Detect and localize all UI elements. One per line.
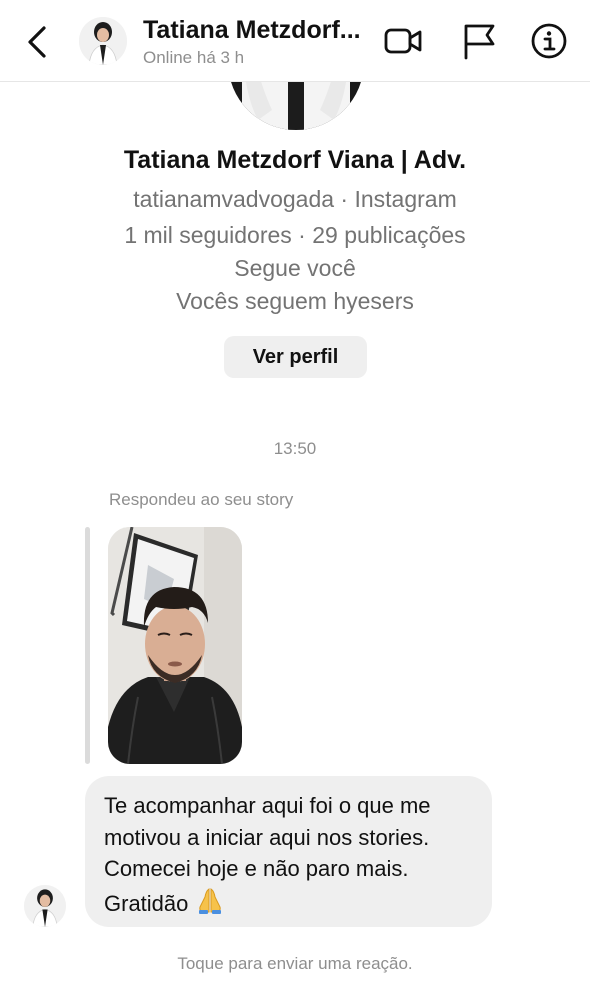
praying-hands-icon <box>195 885 225 924</box>
back-button[interactable] <box>20 22 54 62</box>
reaction-hint: Toque para enviar uma reação. <box>177 954 413 973</box>
chat-header: Tatiana Metzdorf... Online há 3 h <box>0 0 590 82</box>
video-camera-icon <box>384 28 422 54</box>
report-button[interactable] <box>460 21 500 61</box>
story-reply-label: Respondeu ao seu story <box>109 490 294 509</box>
contact-name[interactable]: Tatiana Metzdorf... <box>143 16 361 45</box>
video-call-button[interactable] <box>383 21 423 61</box>
mutual-follow-label: Vocês seguem hyesers <box>176 288 414 314</box>
story-thumbnail[interactable] <box>108 527 242 764</box>
contact-avatar[interactable] <box>79 17 127 65</box>
follows-you-label: Segue você <box>234 255 356 281</box>
contact-status: Online há 3 h <box>143 48 245 67</box>
message-text-body: Te acompanhar aqui foi o que me motivou … <box>104 793 431 916</box>
sender-avatar[interactable] <box>24 885 66 927</box>
message-bubble[interactable]: Te acompanhar aqui foi o que me motivou … <box>85 776 492 927</box>
view-profile-button[interactable]: Ver perfil <box>224 336 367 378</box>
story-reply-bar <box>85 527 90 764</box>
info-icon <box>531 23 567 59</box>
flag-icon <box>464 24 495 60</box>
profile-stats: 1 mil seguidores · 29 publicações <box>124 222 466 248</box>
chevron-left-icon <box>28 26 46 58</box>
message-timestamp: 13:50 <box>273 439 317 458</box>
profile-handle: tatianamvadvogada · Instagram <box>133 186 457 212</box>
info-button[interactable] <box>529 21 569 61</box>
message-text: Te acompanhar aqui foi o que me motivou … <box>104 790 476 923</box>
profile-full-name: Tatiana Metzdorf Viana | Adv. <box>123 146 467 174</box>
